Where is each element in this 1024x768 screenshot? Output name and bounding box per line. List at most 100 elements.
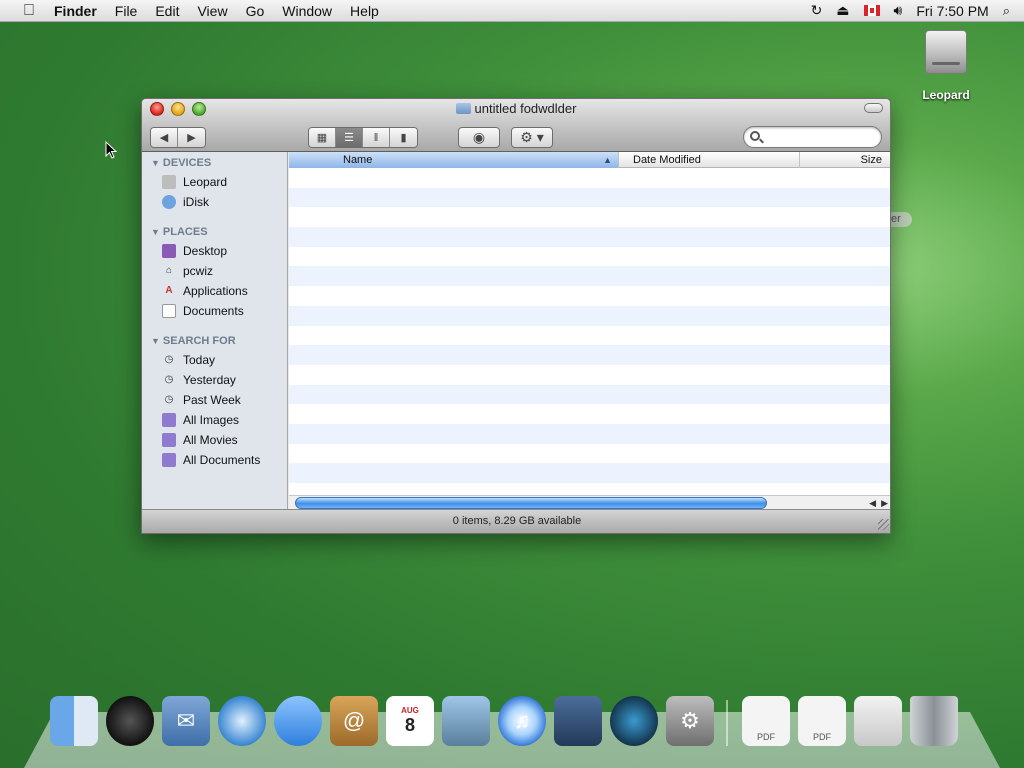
ical-month: AUG xyxy=(401,706,419,715)
input-menu-flag-icon[interactable] xyxy=(863,5,880,16)
eject-icon[interactable]: ⏏ xyxy=(836,2,849,19)
menu-help[interactable]: Help xyxy=(341,3,388,19)
quick-look-button[interactable]: ◉ xyxy=(458,127,500,148)
sidebar-item-yesterday[interactable]: ◷ Yesterday xyxy=(142,370,287,390)
search-field[interactable] xyxy=(743,126,882,148)
action-button[interactable]: ⚙︎ ▾ xyxy=(511,127,553,148)
sidebar-item-all-documents[interactable]: All Documents xyxy=(142,450,287,470)
status-text: 0 items, 8.29 GB available xyxy=(452,515,582,527)
spotlight-icon[interactable]: ⌕ xyxy=(1003,3,1010,19)
mail-icon[interactable]: ✉ xyxy=(162,696,210,746)
search-icon xyxy=(750,131,760,141)
smart-folder-icon xyxy=(162,433,176,447)
ichat-icon[interactable] xyxy=(274,696,322,746)
status-bar: 0 items, 8.29 GB available xyxy=(142,509,890,533)
smart-folder-icon xyxy=(162,413,176,427)
forward-button[interactable]: ▶ xyxy=(178,128,205,147)
safari-icon[interactable] xyxy=(218,696,266,746)
volume-icon[interactable]: 🔊︎ xyxy=(894,2,903,19)
finder-icon[interactable] xyxy=(50,696,98,746)
window-title: untitled fodwdlder xyxy=(142,101,890,116)
idisk-icon xyxy=(162,195,176,209)
sidebar-item-applications[interactable]: A Applications xyxy=(142,281,287,301)
window-title-text: untitled fodwdlder xyxy=(474,101,577,116)
menu-file[interactable]: File xyxy=(106,3,147,19)
system-preferences-icon[interactable]: ⚙︎ xyxy=(666,696,714,746)
trash-icon[interactable] xyxy=(910,696,958,746)
column-view-button[interactable]: ‖ xyxy=(363,128,390,147)
time-machine-status-icon[interactable]: ↻ xyxy=(811,2,823,19)
toolbar-toggle-button[interactable] xyxy=(864,103,883,113)
pdf-document-icon[interactable]: PDF xyxy=(742,696,790,746)
window-toolbar: untitled fodwdlder ◀ ▶ ▦ ☰ ‖ ▮ ◉ ⚙︎ ▾ xyxy=(142,99,890,152)
spaces-icon[interactable] xyxy=(554,696,602,746)
menu-app-finder[interactable]: Finder xyxy=(54,3,106,19)
apple-menu-icon[interactable]:  xyxy=(19,2,39,20)
sidebar-heading-places[interactable]: ▼ PLACES xyxy=(142,221,287,241)
address-book-icon[interactable]: @ xyxy=(330,696,378,746)
column-header-date-modified[interactable]: Date Modified xyxy=(619,152,800,168)
column-header: Name ▲ Date Modified Size xyxy=(289,152,890,168)
itunes-icon[interactable]: ♫ xyxy=(498,696,546,746)
sidebar-item-all-images[interactable]: All Images xyxy=(142,410,287,430)
sidebar-item-idisk[interactable]: iDisk xyxy=(142,192,287,212)
scroll-arrows[interactable]: ◀ ▶ xyxy=(869,496,888,510)
home-icon: ⌂ xyxy=(165,265,173,276)
clock[interactable]: Fri 7:50 PM xyxy=(916,3,988,19)
disclosure-triangle-icon[interactable]: ▼ xyxy=(151,158,160,168)
clock-icon: ◷ xyxy=(164,394,174,405)
menu-view[interactable]: View xyxy=(188,3,236,19)
sidebar-item-documents[interactable]: Documents xyxy=(142,301,287,321)
sidebar-item-leopard[interactable]: Leopard xyxy=(142,172,287,192)
iphoto-icon[interactable] xyxy=(442,696,490,746)
clock-icon: ◷ xyxy=(164,374,174,385)
desktop-hard-disk[interactable]: Leopard xyxy=(914,30,978,102)
ical-icon[interactable]: AUG 8 xyxy=(386,696,434,746)
back-forward-buttons: ◀ ▶ xyxy=(150,127,206,148)
menu-extras: ↻ ⏏ 🔊︎ Fri 7:50 PM ⌕ xyxy=(811,0,1024,22)
file-list[interactable]: Name ▲ Date Modified Size ◀ ▶ xyxy=(289,152,890,510)
cover-flow-button[interactable]: ▮ xyxy=(390,128,417,147)
sidebar-item-all-movies[interactable]: All Movies xyxy=(142,430,287,450)
dock: ✉ @ AUG 8 ♫ ⚙︎ PDF PDF xyxy=(50,696,966,746)
time-machine-icon[interactable] xyxy=(610,696,658,746)
pdf-document-icon[interactable]: PDF xyxy=(798,696,846,746)
screenshot-icon[interactable] xyxy=(854,696,902,746)
empty-list-rows xyxy=(289,168,890,483)
icon-view-button[interactable]: ▦ xyxy=(309,128,336,147)
menu-window[interactable]: Window xyxy=(273,3,341,19)
sidebar-item-today[interactable]: ◷ Today xyxy=(142,350,287,370)
resize-grip-icon[interactable] xyxy=(878,519,889,530)
clock-icon: ◷ xyxy=(164,354,174,365)
menu-bar:  Finder File Edit View Go Window Help ↻… xyxy=(0,0,1024,22)
finder-window: untitled fodwdlder ◀ ▶ ▦ ☰ ‖ ▮ ◉ ⚙︎ ▾ ▼ D… xyxy=(141,98,891,534)
menu-go[interactable]: Go xyxy=(237,3,274,19)
disclosure-triangle-icon[interactable]: ▼ xyxy=(151,336,160,346)
sidebar-heading-search-for[interactable]: ▼ SEARCH FOR xyxy=(142,330,287,350)
sidebar-item-pcwiz[interactable]: ⌂ pcwiz xyxy=(142,261,287,281)
desktop-hard-disk-label: Leopard xyxy=(922,88,970,102)
sidebar-item-desktop[interactable]: Desktop xyxy=(142,241,287,261)
dock-separator xyxy=(726,700,728,746)
disclosure-triangle-icon[interactable]: ▼ xyxy=(151,227,160,237)
eye-icon: ◉ xyxy=(472,129,486,145)
horizontal-scrollbar[interactable]: ◀ ▶ xyxy=(289,495,890,510)
dashboard-icon[interactable] xyxy=(106,696,154,746)
sort-ascending-icon: ▲ xyxy=(603,155,612,165)
view-mode-buttons: ▦ ☰ ‖ ▮ xyxy=(308,127,418,148)
back-button[interactable]: ◀ xyxy=(151,128,178,147)
ical-day: 8 xyxy=(404,715,415,735)
background-window-edge: er xyxy=(890,212,912,227)
applications-icon: A xyxy=(165,285,173,296)
smart-folder-icon xyxy=(162,453,176,467)
sidebar-item-past-week[interactable]: ◷ Past Week xyxy=(142,390,287,410)
menu-edit[interactable]: Edit xyxy=(146,3,188,19)
desktop-icon xyxy=(162,244,176,258)
list-view-button[interactable]: ☰ xyxy=(336,128,363,147)
column-header-size[interactable]: Size xyxy=(800,152,890,168)
sidebar-heading-devices[interactable]: ▼ DEVICES xyxy=(142,152,287,172)
column-header-name[interactable]: Name ▲ xyxy=(289,152,619,168)
folder-icon xyxy=(455,103,471,114)
gear-icon: ⚙︎ ▾ xyxy=(520,129,544,145)
scrollbar-thumb[interactable] xyxy=(295,497,767,509)
